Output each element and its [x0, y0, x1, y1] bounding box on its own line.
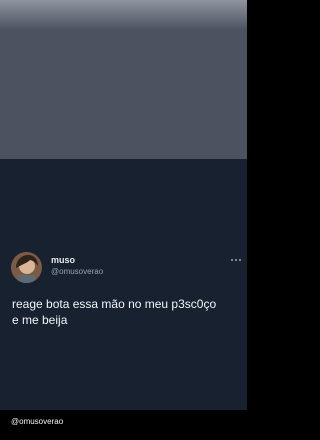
- avatar-photo: [11, 252, 42, 283]
- tweet-text: reage bota essa mão no meu p3sc0ço e me …: [12, 297, 217, 327]
- username-handle[interactable]: @omusoverao: [51, 267, 103, 276]
- more-horizontal-icon[interactable]: [229, 252, 243, 262]
- top-highlight: [0, 0, 247, 30]
- display-name[interactable]: muso: [51, 255, 75, 265]
- avatar[interactable]: [11, 252, 42, 283]
- watermark-handle: @omusoverao: [11, 417, 64, 426]
- top-blurred-area: [0, 0, 247, 159]
- screen-frame: muso @omusoverao reage bota essa mão no …: [0, 0, 247, 440]
